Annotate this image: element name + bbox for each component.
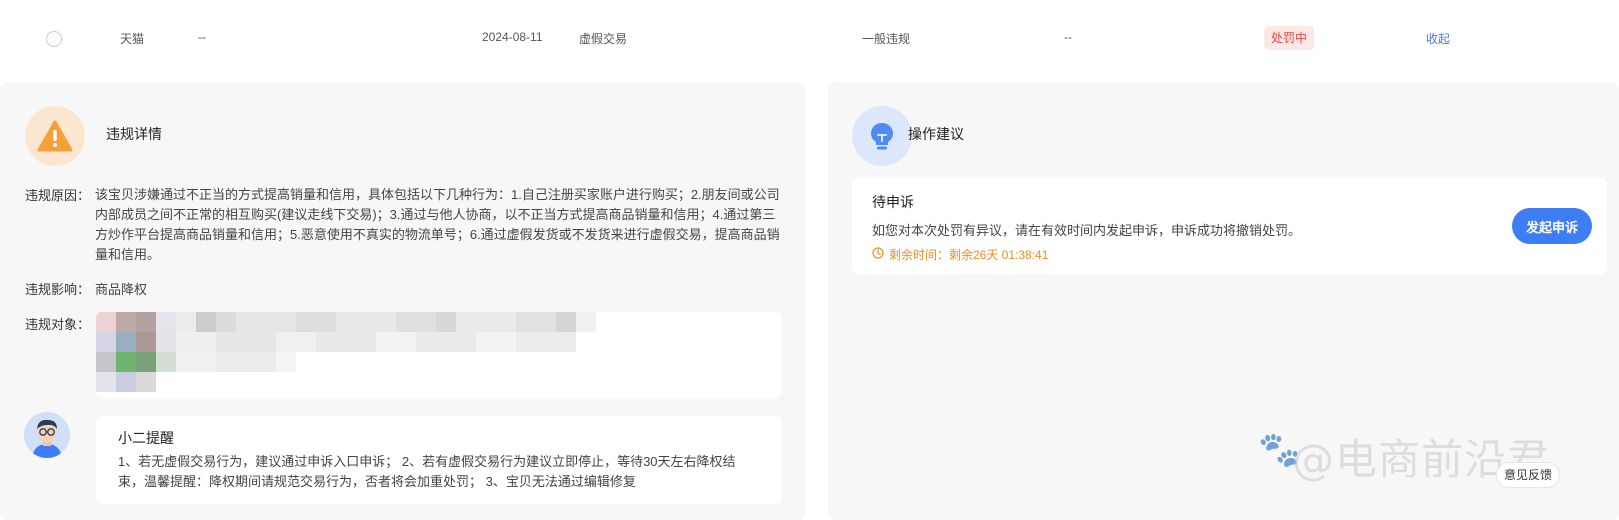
date-cell: 2024-08-11	[482, 30, 543, 44]
impact-label: 违规影响：	[25, 282, 91, 297]
details-title: 违规详情	[106, 126, 162, 142]
placeholder-cell-2: --	[1064, 30, 1072, 44]
collapse-link[interactable]: 收起	[1426, 30, 1450, 47]
violation-details-panel: 违规详情 违规原因： 该宝贝涉嫌通过不正当的方式提高销量和信用，具体包括以下几种…	[0, 82, 806, 520]
feedback-button[interactable]: 意见反馈	[1496, 462, 1560, 488]
bulb-icon	[852, 106, 912, 166]
row-checkbox[interactable]	[46, 31, 62, 47]
reminder-title: 小二提醒	[118, 430, 174, 446]
violation-target-product[interactable]	[96, 312, 782, 398]
appeal-card: 待申诉 如您对本次处罚有异议，请在有效时间内发起申诉，申诉成功将撤销处罚。 剩余…	[852, 178, 1607, 274]
violation-type-cell: 虚假交易	[579, 32, 628, 46]
warning-icon	[25, 106, 85, 166]
start-appeal-button[interactable]: 发起申诉	[1512, 208, 1592, 244]
reason-text: 该宝贝涉嫌通过不正当的方式提高销量和信用，具体包括以下几种行为：1.自己注册买家…	[95, 187, 780, 262]
advice-title: 操作建议	[908, 126, 964, 142]
impact-text: 商品降权	[95, 282, 148, 297]
level-cell: 一般违规	[862, 32, 911, 46]
target-label: 违规对象：	[25, 317, 91, 332]
appeal-description: 如您对本次处罚有异议，请在有效时间内发起申诉，申诉成功将撤销处罚。	[872, 223, 1302, 238]
placeholder-cell: --	[198, 30, 206, 44]
platform-cell: 天猫	[120, 32, 145, 46]
reason-label: 违规原因：	[25, 188, 91, 203]
assistant-reminder: 小二提醒 1、若无虚假交易行为，建议通过申诉入口申诉； 2、若有虚假交易行为建议…	[96, 416, 782, 504]
appeal-status-title: 待申诉	[872, 194, 914, 210]
clock-icon	[872, 247, 884, 262]
violation-row: 天猫 -- 2024-08-11 虚假交易 一般违规 -- 处罚中 收起	[0, 0, 1619, 78]
appeal-timer: 剩余时间：剩余26天 01:38:41	[872, 246, 1048, 263]
assistant-avatar	[24, 412, 70, 458]
reminder-text: 1、若无虚假交易行为，建议通过申诉入口申诉； 2、若有虚假交易行为建议立即停止，…	[118, 454, 736, 489]
timer-text: 剩余时间：剩余26天 01:38:41	[889, 248, 1049, 262]
status-badge: 处罚中	[1264, 26, 1315, 50]
